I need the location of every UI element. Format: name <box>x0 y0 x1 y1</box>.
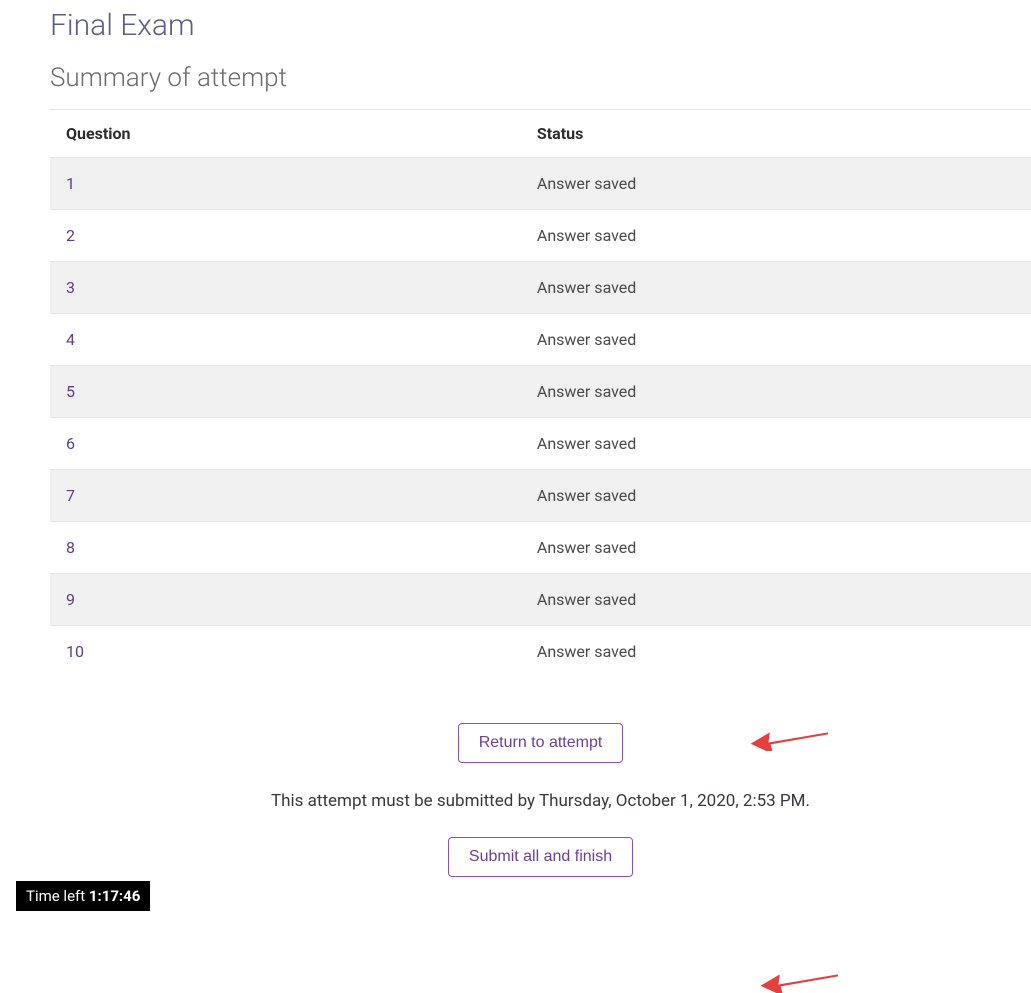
table-row: 3Answer saved <box>50 262 1031 314</box>
time-left-value: 1:17:46 <box>89 887 140 905</box>
table-row: 9Answer saved <box>50 574 1031 626</box>
table-row: 5Answer saved <box>50 366 1031 418</box>
question-number-link[interactable]: 3 <box>50 262 521 314</box>
question-status: Answer saved <box>521 574 1031 626</box>
question-status: Answer saved <box>521 262 1031 314</box>
question-number-link[interactable]: 8 <box>50 522 521 574</box>
submit-all-finish-button[interactable]: Submit all and finish <box>448 837 633 877</box>
question-number-link[interactable]: 2 <box>50 210 521 262</box>
question-status: Answer saved <box>521 418 1031 470</box>
table-row: 10Answer saved <box>50 626 1031 678</box>
attempt-summary-table: Question Status 1Answer saved2Answer sav… <box>50 109 1031 677</box>
section-subtitle: Summary of attempt <box>50 63 1031 93</box>
question-number-link[interactable]: 9 <box>50 574 521 626</box>
question-number-link[interactable]: 5 <box>50 366 521 418</box>
table-row: 4Answer saved <box>50 314 1031 366</box>
question-number-link[interactable]: 10 <box>50 626 521 678</box>
question-status: Answer saved <box>521 314 1031 366</box>
table-row: 2Answer saved <box>50 210 1031 262</box>
return-to-attempt-button[interactable]: Return to attempt <box>458 723 624 763</box>
question-status: Answer saved <box>521 158 1031 210</box>
table-row: 6Answer saved <box>50 418 1031 470</box>
table-header-status: Status <box>521 110 1031 158</box>
deadline-text: This attempt must be submitted by Thursd… <box>50 791 1031 811</box>
question-status: Answer saved <box>521 626 1031 678</box>
table-row: 8Answer saved <box>50 522 1031 574</box>
question-status: Answer saved <box>521 470 1031 522</box>
question-number-link[interactable]: 7 <box>50 470 521 522</box>
table-row: 7Answer saved <box>50 470 1031 522</box>
time-left-badge: Time left 1:17:46 <box>16 881 150 911</box>
annotation-arrow-icon <box>760 961 840 993</box>
table-header-question: Question <box>50 110 521 158</box>
question-status: Answer saved <box>521 366 1031 418</box>
table-row: 1Answer saved <box>50 158 1031 210</box>
annotation-arrow-icon <box>750 719 830 751</box>
page-title: Final Exam <box>50 8 1031 43</box>
question-number-link[interactable]: 4 <box>50 314 521 366</box>
question-status: Answer saved <box>521 210 1031 262</box>
time-left-label: Time left <box>26 887 89 905</box>
question-number-link[interactable]: 6 <box>50 418 521 470</box>
question-status: Answer saved <box>521 522 1031 574</box>
question-number-link[interactable]: 1 <box>50 158 521 210</box>
